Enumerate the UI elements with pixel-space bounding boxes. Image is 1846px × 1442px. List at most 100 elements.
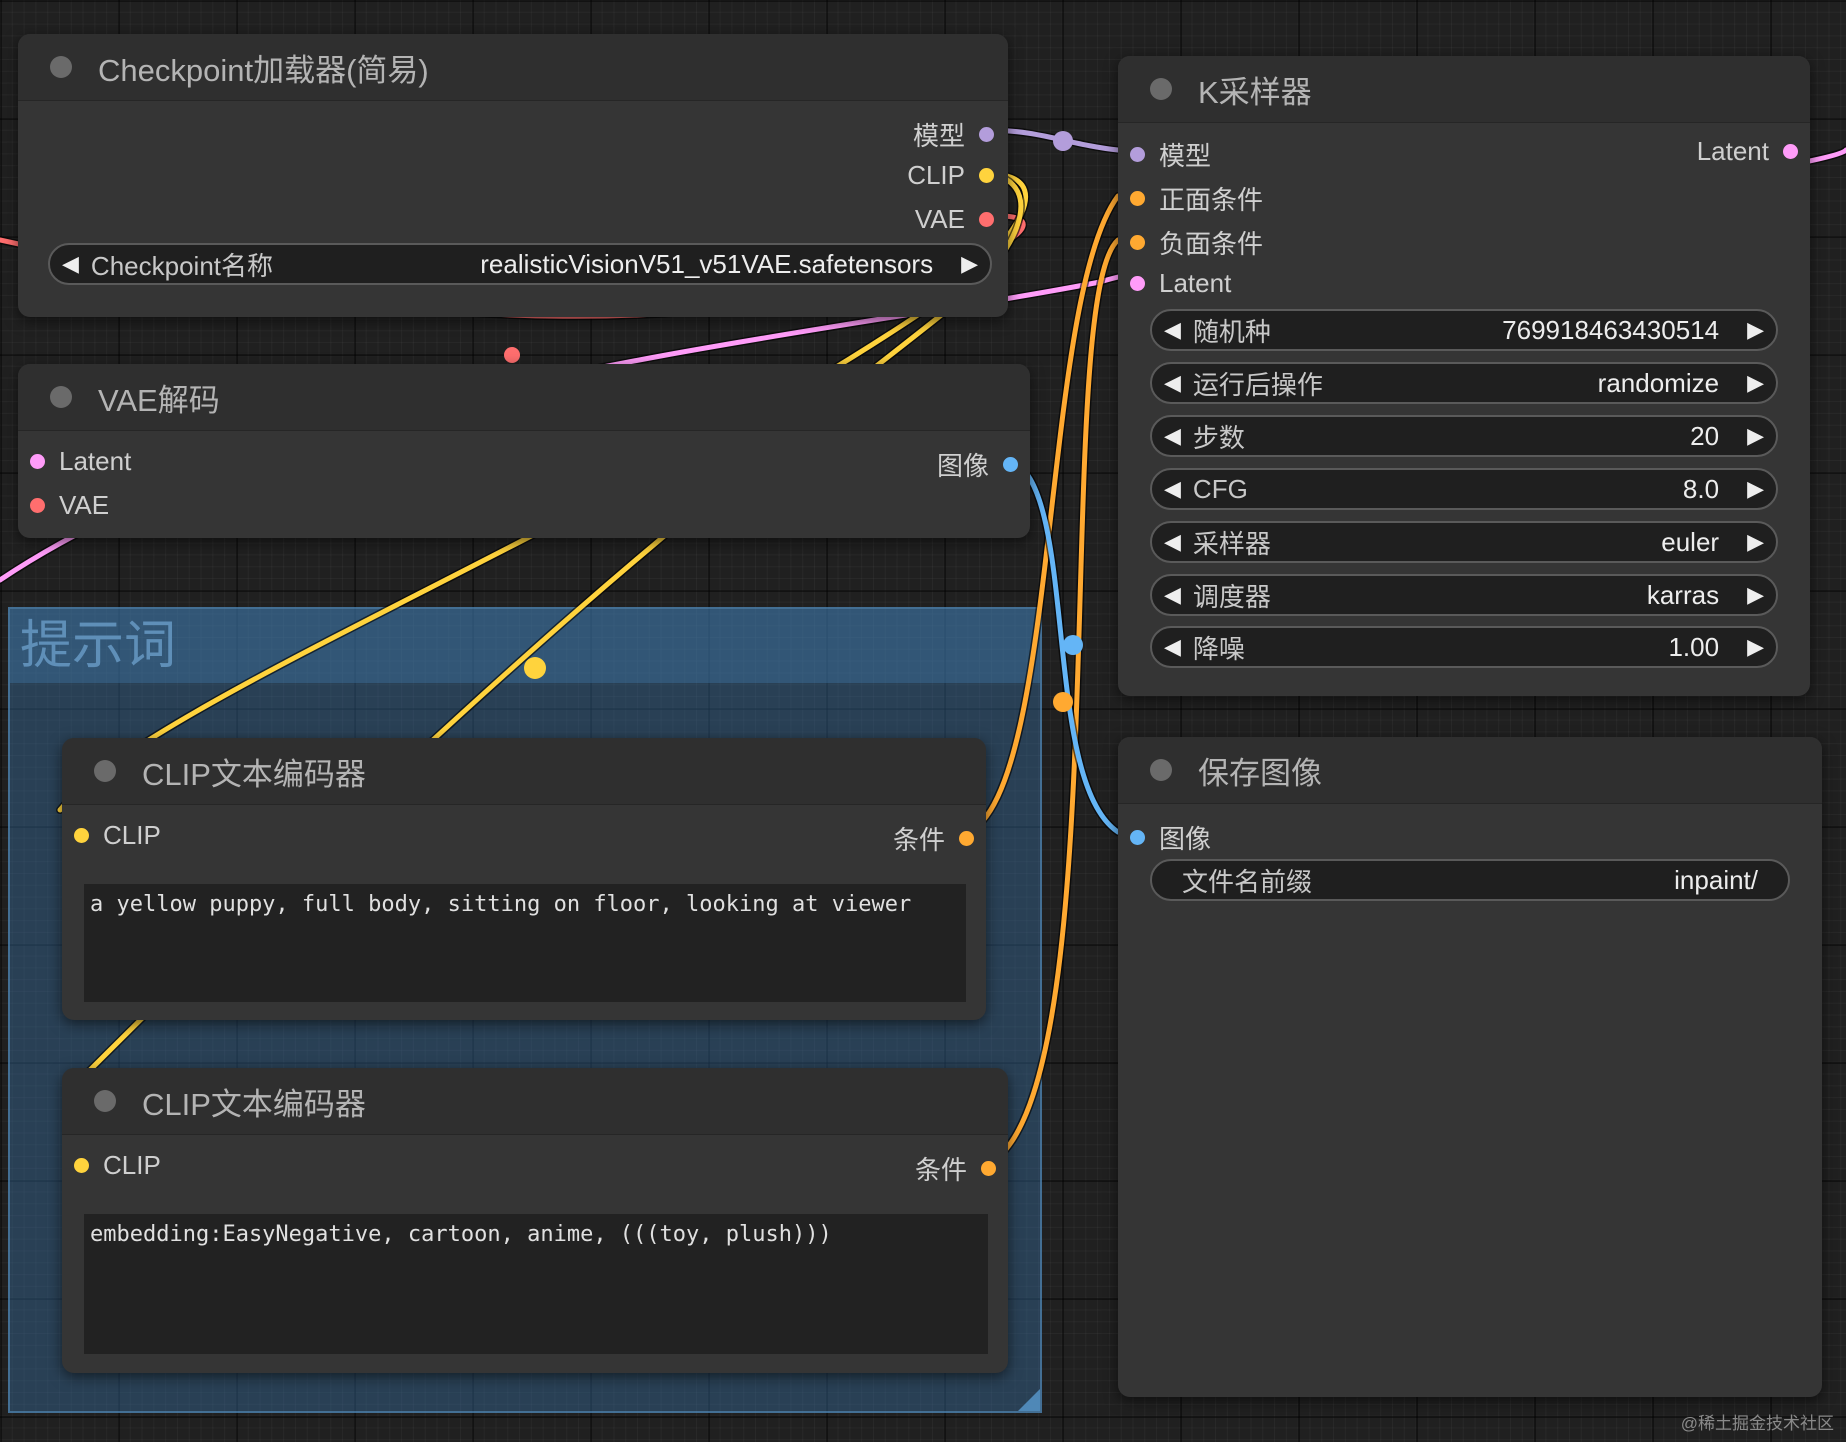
widget-label: 调度器 <box>1192 581 1271 612</box>
collapse-dot[interactable] <box>1150 78 1172 100</box>
arrow-right-icon[interactable]: ▶ <box>1735 317 1776 343</box>
prompt-text-input[interactable]: embedding:EasyNegative, cartoon, anime, … <box>84 1214 988 1354</box>
slot-label: Latent <box>1696 136 1769 166</box>
input-model[interactable]: 模型 <box>1130 136 1211 173</box>
slot-label: 条件 <box>914 1155 967 1185</box>
clip-text-encode-positive-node[interactable]: CLIP文本编码器 CLIP 条件 a yellow puppy, full b… <box>62 738 986 1020</box>
output-model[interactable]: 模型 <box>913 116 994 153</box>
node-title-bar[interactable]: Checkpoint加载器(简易) <box>18 34 1008 101</box>
input-socket[interactable] <box>30 454 45 469</box>
collapse-dot[interactable] <box>50 56 72 78</box>
input-vae[interactable]: VAE <box>30 490 109 521</box>
widget-label: Checkpoint名称 <box>90 250 273 281</box>
collapse-dot[interactable] <box>94 760 116 782</box>
widget-label: 文件名前缀 <box>1182 866 1313 897</box>
arrow-right-icon[interactable]: ▶ <box>1735 529 1776 555</box>
output-conditioning[interactable]: 条件 <box>915 1150 996 1187</box>
steps-widget[interactable]: ◀ 步数 20 ▶ <box>1150 415 1778 457</box>
slot-label: 图像 <box>1159 824 1212 854</box>
output-socket[interactable] <box>1783 144 1798 159</box>
slot-label: 模型 <box>1159 141 1212 171</box>
group-resize-handle[interactable] <box>1018 1389 1040 1411</box>
filename-prefix-widget[interactable]: 文件名前缀 inpaint/ <box>1150 859 1790 901</box>
widget-value: karras <box>1646 579 1720 610</box>
output-socket[interactable] <box>959 831 974 846</box>
arrow-right-icon[interactable]: ▶ <box>949 251 990 277</box>
collapse-dot[interactable] <box>50 386 72 408</box>
node-title-bar[interactable]: CLIP文本编码器 <box>62 1068 1008 1135</box>
arrow-left-icon[interactable]: ◀ <box>1152 634 1193 660</box>
collapse-dot[interactable] <box>94 1090 116 1112</box>
node-title-bar[interactable]: 保存图像 <box>1118 737 1822 804</box>
arrow-left-icon[interactable]: ◀ <box>50 251 91 277</box>
arrow-left-icon[interactable]: ◀ <box>1152 582 1193 608</box>
scheduler-widget[interactable]: ◀ 调度器 karras ▶ <box>1150 574 1778 616</box>
denoise-widget[interactable]: ◀ 降噪 1.00 ▶ <box>1150 626 1778 668</box>
output-socket[interactable] <box>979 212 994 227</box>
slot-label: CLIP <box>103 820 161 850</box>
widget-value: 20 <box>1690 420 1720 451</box>
checkpoint-loader-node[interactable]: Checkpoint加载器(简易) 模型 CLIP VAE ◀ Checkpoi… <box>18 34 1008 317</box>
output-socket[interactable] <box>1003 457 1018 472</box>
group-title[interactable]: 提示词 <box>10 609 1040 683</box>
widget-label: 随机种 <box>1192 316 1271 347</box>
output-clip[interactable]: CLIP <box>907 160 994 191</box>
widget-value: 769918463430514 <box>1502 314 1720 345</box>
slot-label: 条件 <box>892 825 945 855</box>
save-image-node[interactable]: 保存图像 图像 文件名前缀 inpaint/ <box>1118 737 1822 1397</box>
vae-decode-node[interactable]: VAE解码 Latent VAE 图像 <box>18 364 1030 538</box>
input-negative[interactable]: 负面条件 <box>1130 224 1263 261</box>
output-socket[interactable] <box>979 168 994 183</box>
input-image[interactable]: 图像 <box>1130 819 1211 856</box>
slot-label: Latent <box>59 446 132 476</box>
arrow-left-icon[interactable]: ◀ <box>1152 317 1193 343</box>
prompt-text-input[interactable]: a yellow puppy, full body, sitting on fl… <box>84 884 966 1002</box>
arrow-left-icon[interactable]: ◀ <box>1152 423 1193 449</box>
input-clip[interactable]: CLIP <box>74 820 161 851</box>
arrow-left-icon[interactable]: ◀ <box>1152 476 1193 502</box>
input-socket[interactable] <box>1130 191 1145 206</box>
arrow-right-icon[interactable]: ▶ <box>1735 634 1776 660</box>
arrow-right-icon[interactable]: ▶ <box>1735 582 1776 608</box>
input-socket[interactable] <box>1130 830 1145 845</box>
widget-label: 采样器 <box>1192 528 1271 559</box>
input-socket[interactable] <box>1130 147 1145 162</box>
checkpoint-name-combo[interactable]: ◀ Checkpoint名称 realisticVisionV51_v51VAE… <box>48 243 992 285</box>
input-positive[interactable]: 正面条件 <box>1130 180 1263 217</box>
output-vae[interactable]: VAE <box>915 204 994 235</box>
widget-value: euler <box>1661 526 1720 557</box>
output-latent[interactable]: Latent <box>1697 136 1798 167</box>
input-latent[interactable]: Latent <box>1130 268 1231 299</box>
widget-value: inpaint/ <box>1674 864 1758 895</box>
input-socket[interactable] <box>1130 276 1145 291</box>
arrow-left-icon[interactable]: ◀ <box>1152 529 1193 555</box>
slot-label: 模型 <box>912 121 965 151</box>
output-socket[interactable] <box>981 1161 996 1176</box>
cfg-widget[interactable]: ◀ CFG 8.0 ▶ <box>1150 468 1778 510</box>
arrow-right-icon[interactable]: ▶ <box>1735 476 1776 502</box>
arrow-right-icon[interactable]: ▶ <box>1735 423 1776 449</box>
node-title-bar[interactable]: K采样器 <box>1118 56 1810 123</box>
ksampler-node[interactable]: K采样器 模型 正面条件 负面条件 Latent Latent ◀ 随机种 76… <box>1118 56 1810 696</box>
node-title-bar[interactable]: CLIP文本编码器 <box>62 738 986 805</box>
node-graph-canvas[interactable]: 提示词 Checkpoint加载器(简易) 模型 CLIP VAE ◀ Chec… <box>0 0 1846 1442</box>
collapse-dot[interactable] <box>1150 759 1172 781</box>
input-socket[interactable] <box>74 828 89 843</box>
arrow-right-icon[interactable]: ▶ <box>1735 370 1776 396</box>
control-after-generate-widget[interactable]: ◀ 运行后操作 randomize ▶ <box>1150 362 1778 404</box>
node-title-bar[interactable]: VAE解码 <box>18 364 1030 431</box>
input-clip[interactable]: CLIP <box>74 1150 161 1181</box>
seed-widget[interactable]: ◀ 随机种 769918463430514 ▶ <box>1150 309 1778 351</box>
output-image[interactable]: 图像 <box>937 446 1018 483</box>
slot-label: 正面条件 <box>1159 185 1264 215</box>
clip-text-encode-negative-node[interactable]: CLIP文本编码器 CLIP 条件 embedding:EasyNegative… <box>62 1068 1008 1373</box>
input-latent[interactable]: Latent <box>30 446 131 477</box>
output-conditioning[interactable]: 条件 <box>893 820 974 857</box>
output-socket[interactable] <box>979 127 994 142</box>
input-socket[interactable] <box>74 1158 89 1173</box>
sampler-widget[interactable]: ◀ 采样器 euler ▶ <box>1150 521 1778 563</box>
input-socket[interactable] <box>30 498 45 513</box>
input-socket[interactable] <box>1130 235 1145 250</box>
widget-value: realisticVisionV51_v51VAE.safetensors <box>480 248 934 279</box>
arrow-left-icon[interactable]: ◀ <box>1152 370 1193 396</box>
